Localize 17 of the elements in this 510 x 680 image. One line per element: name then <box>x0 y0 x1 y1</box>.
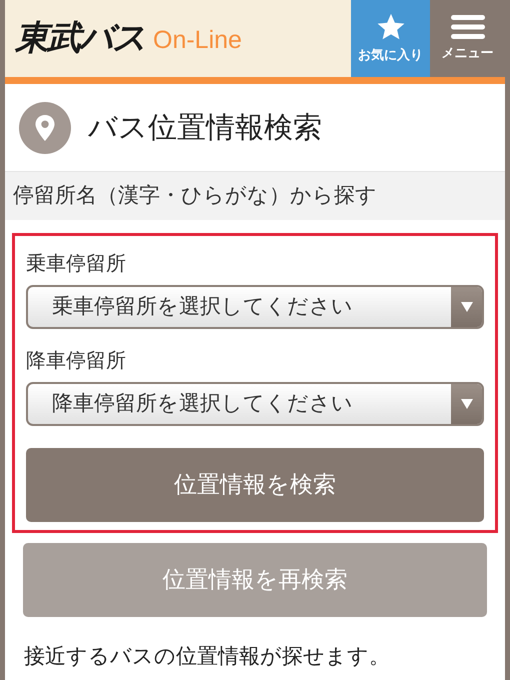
menu-button[interactable]: メニュー <box>430 0 505 77</box>
field-label: 降車停留所 <box>26 347 126 374</box>
field-label: 乗車停留所 <box>26 250 126 277</box>
menu-icon <box>450 14 486 40</box>
stop-select[interactable]: 乗車停留所を選択してください <box>26 285 484 329</box>
stop-select[interactable]: 降車停留所を選択してください <box>26 382 484 426</box>
section-heading: 停留所名（漢字・ひらがな）から探す <box>13 182 377 210</box>
logo[interactable]: 東武バス <box>15 13 145 64</box>
description-text: 接近するバスの位置情報が探せます。 <box>24 644 390 668</box>
star-icon <box>376 12 406 42</box>
page-title: バス位置情報検索 <box>88 108 322 146</box>
search-button[interactable]: 位置情報を検索 <box>26 448 484 522</box>
location-pin-icon <box>19 102 71 154</box>
logo-suffix: On-Line <box>153 24 242 56</box>
dropdown-arrow-icon <box>460 301 474 313</box>
favorites-button[interactable]: お気に入り <box>351 0 430 77</box>
dropdown-arrow-icon <box>460 398 474 410</box>
